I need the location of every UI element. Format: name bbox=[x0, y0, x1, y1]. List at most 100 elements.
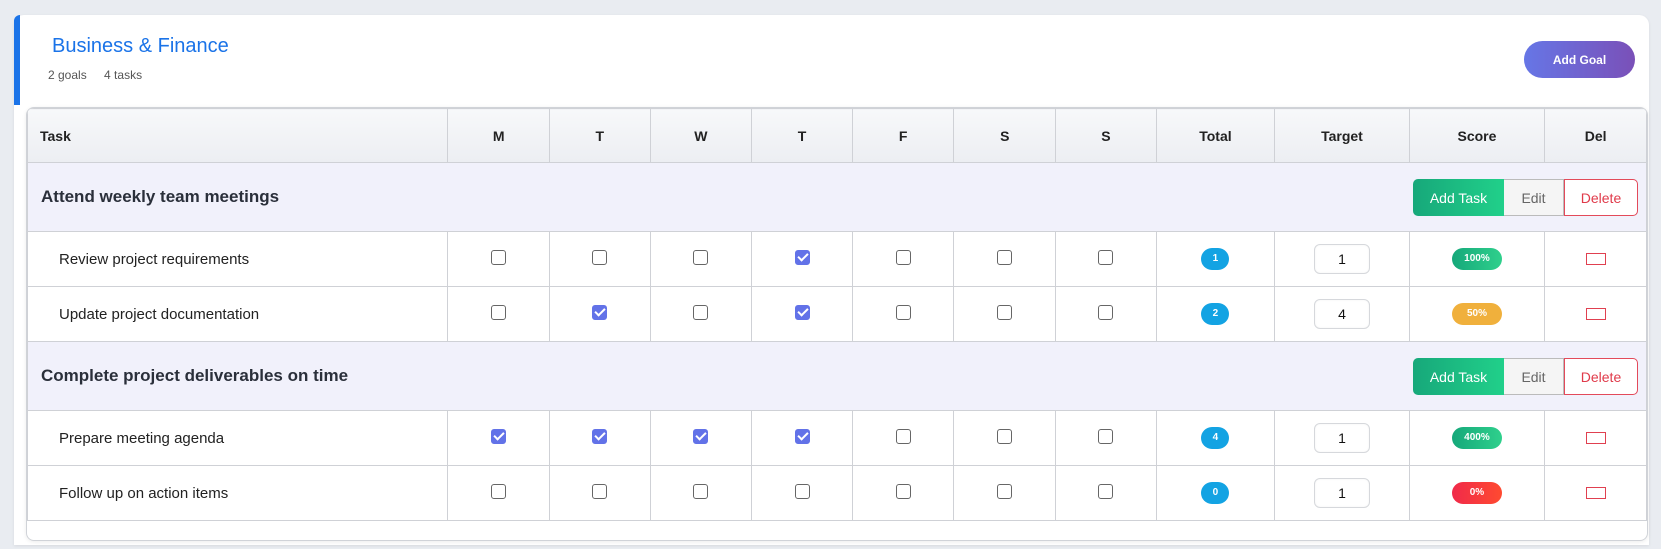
header-fri: F bbox=[851, 108, 955, 163]
delete-goal-button[interactable]: Delete bbox=[1564, 358, 1638, 395]
header-mon: M bbox=[447, 108, 550, 163]
goals-table: Task M T W T F S S Total Target Score De… bbox=[26, 107, 1648, 541]
day-checkbox-sun[interactable] bbox=[1098, 429, 1114, 445]
target-cell bbox=[1274, 286, 1410, 342]
goal-title: Attend weekly team meetings bbox=[41, 187, 280, 206]
header-wed: W bbox=[649, 108, 753, 163]
day-cell-sat bbox=[953, 231, 1057, 287]
day-cell-mon bbox=[447, 465, 550, 521]
delete-task-button[interactable] bbox=[1585, 431, 1606, 444]
day-checkbox-sun[interactable] bbox=[1098, 484, 1114, 500]
day-cell-sun bbox=[1055, 410, 1157, 466]
day-checkbox-fri[interactable] bbox=[895, 250, 911, 266]
day-checkbox-thu[interactable] bbox=[794, 305, 810, 321]
day-checkbox-sun[interactable] bbox=[1098, 305, 1114, 321]
delete-cell bbox=[1544, 465, 1647, 521]
delete-task-button[interactable] bbox=[1585, 307, 1606, 320]
delete-goal-button[interactable]: Delete bbox=[1564, 179, 1638, 216]
day-cell-mon bbox=[447, 286, 550, 342]
header-task: Task bbox=[27, 108, 449, 163]
score-cell: 0% bbox=[1408, 465, 1546, 521]
category-accent-bar bbox=[14, 15, 20, 105]
delete-cell bbox=[1544, 286, 1647, 342]
day-checkbox-mon[interactable] bbox=[491, 305, 507, 321]
target-cell bbox=[1274, 465, 1410, 521]
category-title: Business & Finance bbox=[52, 35, 229, 57]
day-checkbox-sat[interactable] bbox=[997, 250, 1013, 266]
day-cell-fri bbox=[851, 465, 955, 521]
total-cell: 1 bbox=[1155, 231, 1276, 287]
day-cell-fri bbox=[851, 231, 955, 287]
day-checkbox-tue[interactable] bbox=[592, 429, 608, 445]
target-input[interactable] bbox=[1313, 299, 1370, 329]
score-badge: 400% bbox=[1451, 427, 1502, 449]
day-cell-fri bbox=[851, 410, 955, 466]
goal-button-group: Add Task Edit Delete bbox=[1413, 358, 1638, 395]
day-checkbox-fri[interactable] bbox=[895, 484, 911, 500]
day-checkbox-tue[interactable] bbox=[592, 484, 608, 500]
day-checkbox-thu[interactable] bbox=[794, 429, 810, 445]
add-task-button[interactable]: Add Task bbox=[1413, 179, 1504, 216]
goal-header: Attend weekly team meetings Add Task Edit D… bbox=[28, 163, 1646, 231]
target-cell bbox=[1274, 231, 1410, 287]
delete-cell bbox=[1544, 231, 1647, 287]
target-input[interactable] bbox=[1313, 423, 1370, 453]
add-goal-button[interactable]: Add Goal bbox=[1524, 41, 1635, 78]
day-cell-thu bbox=[751, 286, 853, 342]
total-cell: 2 bbox=[1155, 286, 1276, 342]
task-name: Update project documentation bbox=[27, 286, 449, 342]
delete-task-button[interactable] bbox=[1585, 252, 1606, 265]
day-checkbox-wed[interactable] bbox=[693, 484, 709, 500]
day-checkbox-fri[interactable] bbox=[895, 429, 911, 445]
day-checkbox-sat[interactable] bbox=[997, 305, 1013, 321]
header-del: Del bbox=[1544, 108, 1647, 163]
day-cell-wed bbox=[649, 465, 753, 521]
day-checkbox-sat[interactable] bbox=[997, 429, 1013, 445]
task-row: Update project documentation 2 50% bbox=[27, 286, 1647, 342]
category-card: Business & Finance 2 goals 4 tasks Add G… bbox=[14, 15, 1649, 545]
day-checkbox-sun[interactable] bbox=[1098, 250, 1114, 266]
day-checkbox-wed[interactable] bbox=[693, 305, 709, 321]
header-sun: S bbox=[1055, 108, 1157, 163]
day-checkbox-mon[interactable] bbox=[491, 250, 507, 266]
header-tue: T bbox=[549, 108, 651, 163]
day-checkbox-tue[interactable] bbox=[592, 305, 608, 321]
add-task-button[interactable]: Add Task bbox=[1413, 358, 1504, 395]
task-row: Review project requirements 1 100% bbox=[27, 231, 1647, 287]
day-checkbox-tue[interactable] bbox=[592, 250, 608, 266]
score-badge: 0% bbox=[1451, 482, 1502, 504]
day-checkbox-thu[interactable] bbox=[794, 250, 810, 266]
task-row: Prepare meeting agenda 4 400% bbox=[27, 410, 1647, 466]
day-checkbox-sat[interactable] bbox=[997, 484, 1013, 500]
goal-row: Complete project deliverables on time Add… bbox=[27, 341, 1647, 411]
total-badge: 1 bbox=[1201, 248, 1230, 270]
day-checkbox-wed[interactable] bbox=[693, 429, 709, 445]
target-input[interactable] bbox=[1313, 244, 1370, 274]
day-cell-sat bbox=[953, 465, 1057, 521]
day-cell-tue bbox=[549, 231, 651, 287]
score-cell: 100% bbox=[1408, 231, 1546, 287]
target-input[interactable] bbox=[1313, 478, 1370, 508]
score-cell: 400% bbox=[1408, 410, 1546, 466]
day-checkbox-mon[interactable] bbox=[491, 484, 507, 500]
day-cell-tue bbox=[549, 465, 651, 521]
day-cell-sat bbox=[953, 286, 1057, 342]
day-checkbox-thu[interactable] bbox=[794, 484, 810, 500]
day-cell-tue bbox=[549, 410, 651, 466]
day-checkbox-wed[interactable] bbox=[693, 250, 709, 266]
delete-task-button[interactable] bbox=[1585, 486, 1606, 499]
header-score: Score bbox=[1408, 108, 1546, 163]
edit-goal-button[interactable]: Edit bbox=[1504, 179, 1564, 216]
tasks-count: 4 tasks bbox=[104, 68, 143, 82]
delete-cell bbox=[1544, 410, 1647, 466]
edit-goal-button[interactable]: Edit bbox=[1504, 358, 1564, 395]
day-cell-sat bbox=[953, 410, 1057, 466]
score-badge: 100% bbox=[1451, 248, 1502, 270]
day-cell-fri bbox=[851, 286, 955, 342]
goal-header: Complete project deliverables on time Add… bbox=[28, 342, 1646, 410]
day-cell-wed bbox=[649, 410, 753, 466]
day-checkbox-mon[interactable] bbox=[491, 429, 507, 445]
total-cell: 0 bbox=[1155, 465, 1276, 521]
day-checkbox-fri[interactable] bbox=[895, 305, 911, 321]
total-cell: 4 bbox=[1155, 410, 1276, 466]
